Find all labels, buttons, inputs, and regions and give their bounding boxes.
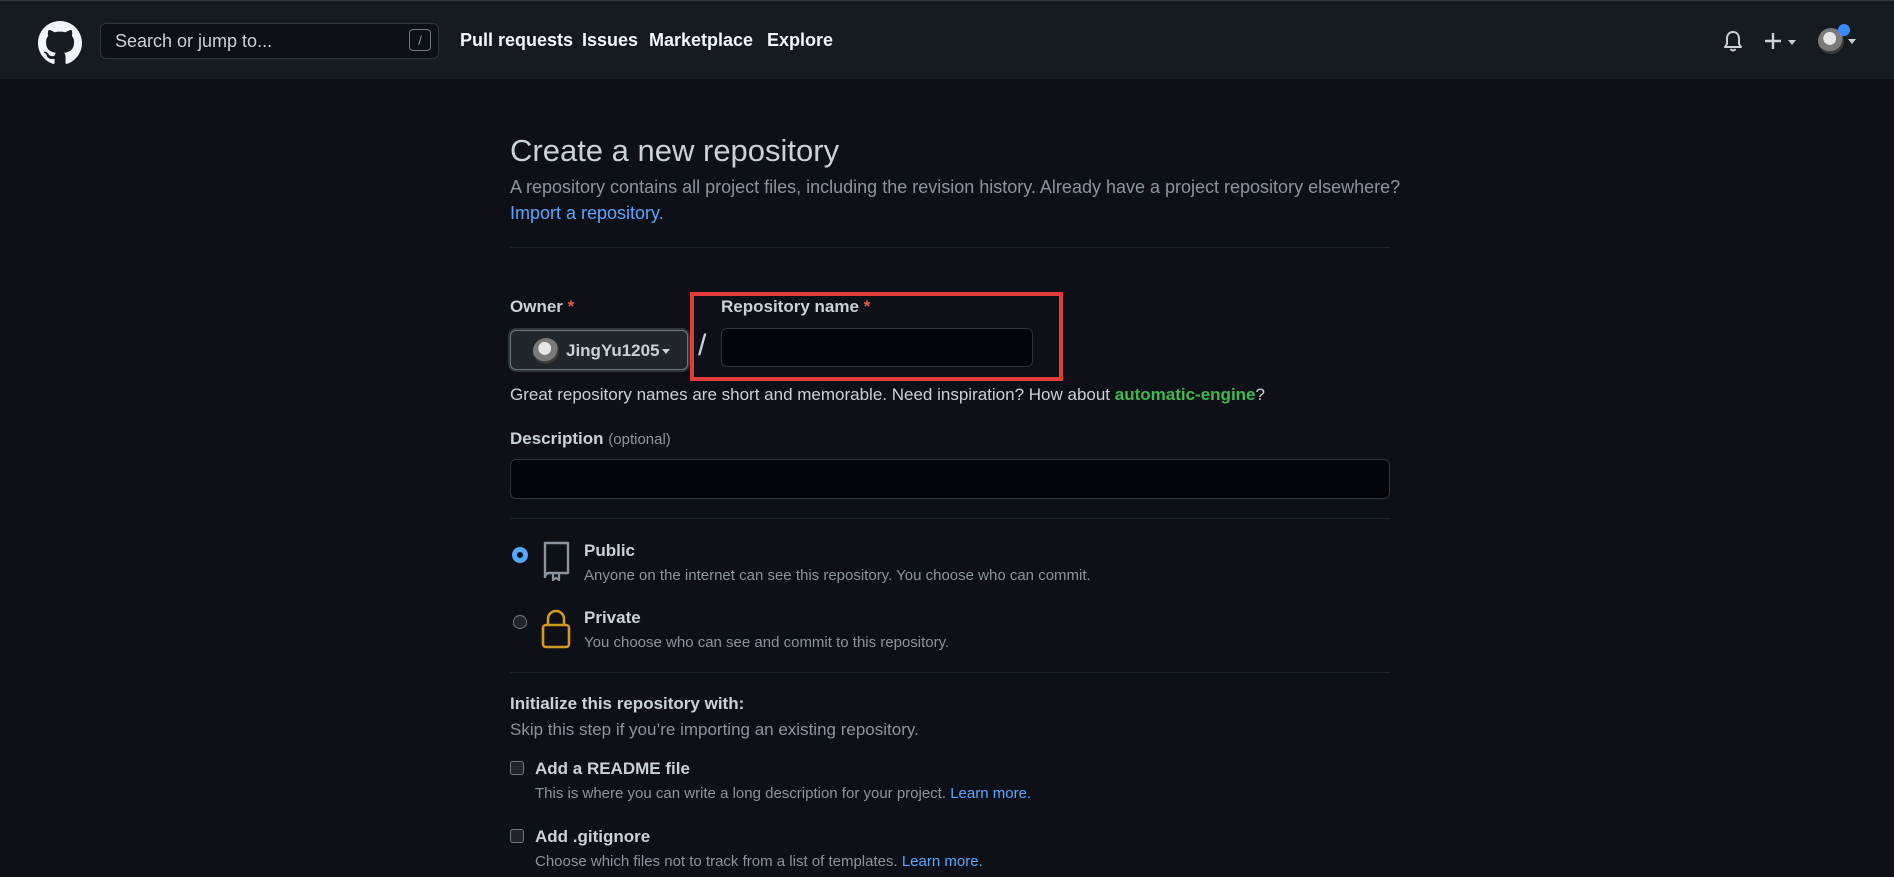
- owner-avatar: [533, 338, 559, 364]
- description-label: Description (optional): [510, 429, 671, 448]
- lock-icon: [541, 609, 571, 649]
- owner-select[interactable]: JingYu1205: [510, 330, 688, 370]
- public-radio[interactable]: [513, 548, 527, 562]
- add-gitignore-checkbox[interactable]: [510, 829, 524, 843]
- private-radio[interactable]: [513, 615, 527, 629]
- divider: [510, 247, 1390, 248]
- gitignore-learn-more-link[interactable]: Learn more.: [902, 853, 983, 870]
- divider: [510, 672, 1390, 673]
- user-menu[interactable]: [1818, 24, 1858, 58]
- initialize-title: Initialize this repository with:: [510, 694, 745, 713]
- notifications-bell-icon[interactable]: [1723, 30, 1743, 52]
- nav-explore[interactable]: Explore: [767, 30, 833, 51]
- chevron-down-icon: [1848, 39, 1856, 44]
- public-description: Anyone on the internet can see this repo…: [584, 567, 1091, 584]
- search-input[interactable]: [100, 23, 439, 59]
- add-readme-description: This is where you can write a long descr…: [535, 785, 1032, 802]
- add-gitignore-description: Choose which files not to track from a l…: [535, 853, 983, 870]
- owner-name: JingYu1205: [566, 341, 660, 360]
- page-lead: A repository contains all project files,…: [510, 177, 1401, 197]
- repo-book-icon: [543, 541, 570, 581]
- private-description: You choose who can see and commit to thi…: [584, 634, 950, 651]
- import-repository-link[interactable]: Import a repository.: [510, 203, 664, 224]
- add-readme-checkbox[interactable]: [510, 761, 524, 775]
- nav-marketplace[interactable]: Marketplace: [649, 30, 753, 51]
- suggested-name[interactable]: automatic-engine: [1115, 385, 1256, 404]
- highlight-box: [690, 292, 1063, 381]
- readme-learn-more-link[interactable]: Learn more.: [950, 785, 1031, 802]
- repo-name-hint: Great repository names are short and mem…: [510, 385, 1265, 404]
- chevron-down-icon: [662, 349, 670, 354]
- search-shortcut-key: /: [409, 29, 431, 51]
- github-logo-icon[interactable]: [38, 21, 82, 65]
- public-title: Public: [584, 541, 636, 560]
- create-new-plus-icon[interactable]: [1764, 31, 1802, 53]
- page-title: Create a new repository: [510, 133, 840, 168]
- header-bar: / Pull requests Issues Marketplace Explo…: [0, 0, 1894, 79]
- private-title: Private: [584, 608, 641, 627]
- divider: [510, 518, 1390, 519]
- owner-label: Owner *: [510, 297, 575, 316]
- description-input[interactable]: [510, 459, 1390, 499]
- add-readme-title: Add a README file: [535, 759, 690, 778]
- notification-dot: [1838, 24, 1850, 36]
- nav-pull-requests[interactable]: Pull requests: [460, 30, 573, 51]
- nav-issues[interactable]: Issues: [582, 30, 638, 51]
- add-gitignore-title: Add .gitignore: [535, 827, 651, 846]
- initialize-description: Skip this step if you’re importing an ex…: [510, 720, 919, 739]
